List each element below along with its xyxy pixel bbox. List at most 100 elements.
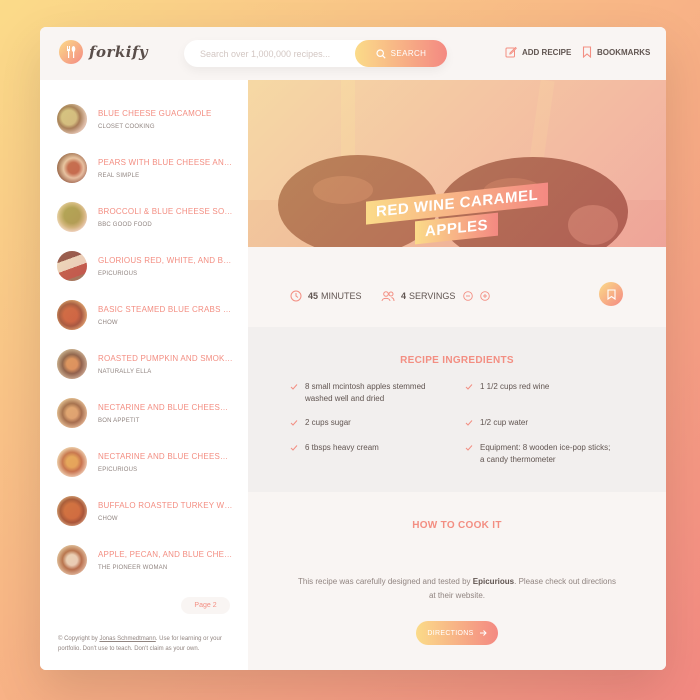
check-icon (290, 384, 298, 390)
result-title: Roasted Pumpkin and Smoked... (98, 353, 233, 363)
servings-info: 4 servings (381, 290, 496, 302)
fork-spoon-icon (59, 40, 83, 64)
search-button[interactable]: Search (355, 40, 447, 67)
recipe-thumbnail (57, 300, 87, 330)
author-link[interactable]: Jonas Schmedtmann (99, 636, 155, 642)
recipe-view: Red Wine Caramel Apples 45 minutes 4 (248, 80, 666, 670)
directions-text: This recipe was carefully designed and t… (298, 575, 616, 603)
check-icon (290, 445, 298, 451)
cooking-time: 45 minutes (290, 290, 362, 302)
result-title: Apple, Pecan, and Blue Chees... (98, 549, 233, 559)
result-publisher: Closet Cooking (98, 123, 155, 130)
result-publisher: Real Simple (98, 172, 140, 179)
search-icon (376, 48, 386, 59)
recipe-thumbnail (57, 251, 87, 281)
copyright-text: © Copyright by Jonas Schmedtmann. Use fo… (58, 634, 238, 654)
search-results: Blue Cheese Guacamole Closet Cooking Pear… (40, 80, 248, 670)
result-item[interactable]: Nectarine and Blue Cheese Sa... Epicuriou… (57, 447, 247, 477)
ingredient-text: 1/2 cup water (480, 418, 529, 427)
recipe-directions: How to cook it This recipe was carefully… (248, 492, 666, 670)
users-icon (381, 291, 395, 302)
pagination-next-button[interactable]: Page 2 (181, 597, 230, 614)
ingredient-item: 6 tbsps heavy cream (290, 442, 440, 454)
recipe-thumbnail (57, 496, 87, 526)
result-item[interactable]: Apple, Pecan, and Blue Chees... The Pione… (57, 545, 247, 575)
recipe-thumbnail (57, 349, 87, 379)
arrow-right-icon (479, 630, 487, 636)
recipe-title: Red Wine Caramel Apples (248, 182, 666, 245)
header: forkify Search Add recipe Bookma (40, 27, 666, 80)
result-title: Pears with Blue Cheese and ... (98, 157, 233, 167)
ingredient-text: 2 cups sugar (305, 418, 351, 427)
ingredient-item: 1 1/2 cups red wine (465, 381, 615, 393)
ingredient-item: 2 cups sugar (290, 417, 440, 429)
ingredient-text: 8 small mcintosh apples stemmed washed w… (305, 382, 426, 403)
check-icon (290, 420, 298, 426)
check-icon (465, 384, 473, 390)
result-item[interactable]: Pears with Blue Cheese and ... Real Simpl… (57, 153, 247, 183)
ingredient-text: 6 tbsps heavy cream (305, 443, 379, 452)
recipe-thumbnail (57, 447, 87, 477)
result-publisher: BBC Good Food (98, 221, 152, 228)
result-item[interactable]: Broccoli & Blue Cheese Soup BBC Good Food (57, 202, 247, 232)
bookmark-recipe-button[interactable] (599, 282, 623, 306)
plus-circle-icon[interactable] (480, 291, 491, 301)
recipe-publisher: Epicurious (472, 577, 515, 586)
result-title: Broccoli & Blue Cheese Soup (98, 206, 233, 216)
result-item[interactable]: Blue Cheese Guacamole Closet Cooking (57, 104, 247, 134)
result-item[interactable]: Nectarine and Blue Cheese Sa... Bon Appet… (57, 398, 247, 428)
result-publisher: Epicurious (98, 270, 138, 277)
bookmark-icon (606, 288, 616, 300)
result-item[interactable]: Buffalo Roasted Turkey Wit... Chow (57, 496, 247, 526)
ingredient-text: Equipment: 8 wooden ice-pop sticks; a ca… (480, 443, 611, 464)
result-title: Blue Cheese Guacamole (98, 108, 212, 118)
search-button-label: Search (390, 49, 427, 58)
result-publisher: Chow (98, 319, 118, 326)
result-item[interactable]: Roasted Pumpkin and Smoked... Naturally E… (57, 349, 247, 379)
ingredient-item: Equipment: 8 wooden ice-pop sticks; a ca… (465, 442, 615, 466)
result-item[interactable]: Glorious Red, White, and Blu... Epicuriou… (57, 251, 247, 281)
bookmarks-label: Bookmarks (597, 47, 651, 57)
recipe-details: 45 minutes 4 servings (248, 247, 666, 327)
recipe-thumbnail (57, 153, 87, 183)
result-title: Glorious Red, White, and Blu... (98, 255, 233, 265)
app-container: forkify Search Add recipe Bookma (40, 27, 666, 670)
logo-text: forkify (89, 43, 149, 61)
servings-value: 4 (401, 291, 407, 301)
add-recipe-button[interactable]: Add recipe (505, 46, 571, 58)
pagination-label: Page 2 (194, 602, 217, 609)
directions-heading: How to cook it (412, 520, 502, 531)
ingredient-item: 8 small mcintosh apples stemmed washed w… (290, 381, 440, 405)
result-publisher: Epicurious (98, 466, 138, 473)
recipe-thumbnail (57, 202, 87, 232)
result-publisher: Naturally Ella (98, 368, 152, 375)
minus-circle-icon[interactable] (463, 291, 474, 301)
search-input[interactable] (200, 48, 350, 59)
check-icon (465, 420, 473, 426)
result-publisher: Chow (98, 515, 118, 522)
servings-label: servings (409, 291, 456, 301)
directions-text-before: This recipe was carefully designed and t… (298, 577, 473, 586)
edit-icon (505, 46, 517, 58)
copyright-prefix: © Copyright by (58, 636, 100, 642)
result-title: Basic Steamed Blue Crabs Re... (98, 304, 233, 314)
result-publisher: Bon Appetit (98, 417, 140, 424)
logo[interactable]: forkify (59, 40, 148, 64)
search-form: Search (184, 40, 447, 67)
ingredient-item: 1/2 cup water (465, 417, 615, 429)
bookmarks-button[interactable]: Bookmarks (582, 46, 650, 58)
clock-icon (290, 290, 302, 302)
result-title: Nectarine and Blue Cheese Sa... (98, 402, 233, 412)
minutes-value: 45 (308, 291, 319, 301)
recipe-thumbnail (57, 398, 87, 428)
directions-button[interactable]: Directions (416, 621, 498, 645)
check-icon (465, 445, 473, 451)
add-recipe-label: Add recipe (522, 47, 572, 57)
result-title: Buffalo Roasted Turkey Wit... (98, 500, 233, 510)
result-title: Nectarine and Blue Cheese Sa... (98, 451, 233, 461)
result-item[interactable]: Basic Steamed Blue Crabs Re... Chow (57, 300, 247, 330)
recipe-thumbnail (57, 104, 87, 134)
ingredients-heading: Recipe ingredients (400, 355, 514, 366)
ingredient-text: 1 1/2 cups red wine (480, 382, 550, 391)
recipe-ingredients: Recipe ingredients 8 small mcintosh appl… (248, 327, 666, 492)
